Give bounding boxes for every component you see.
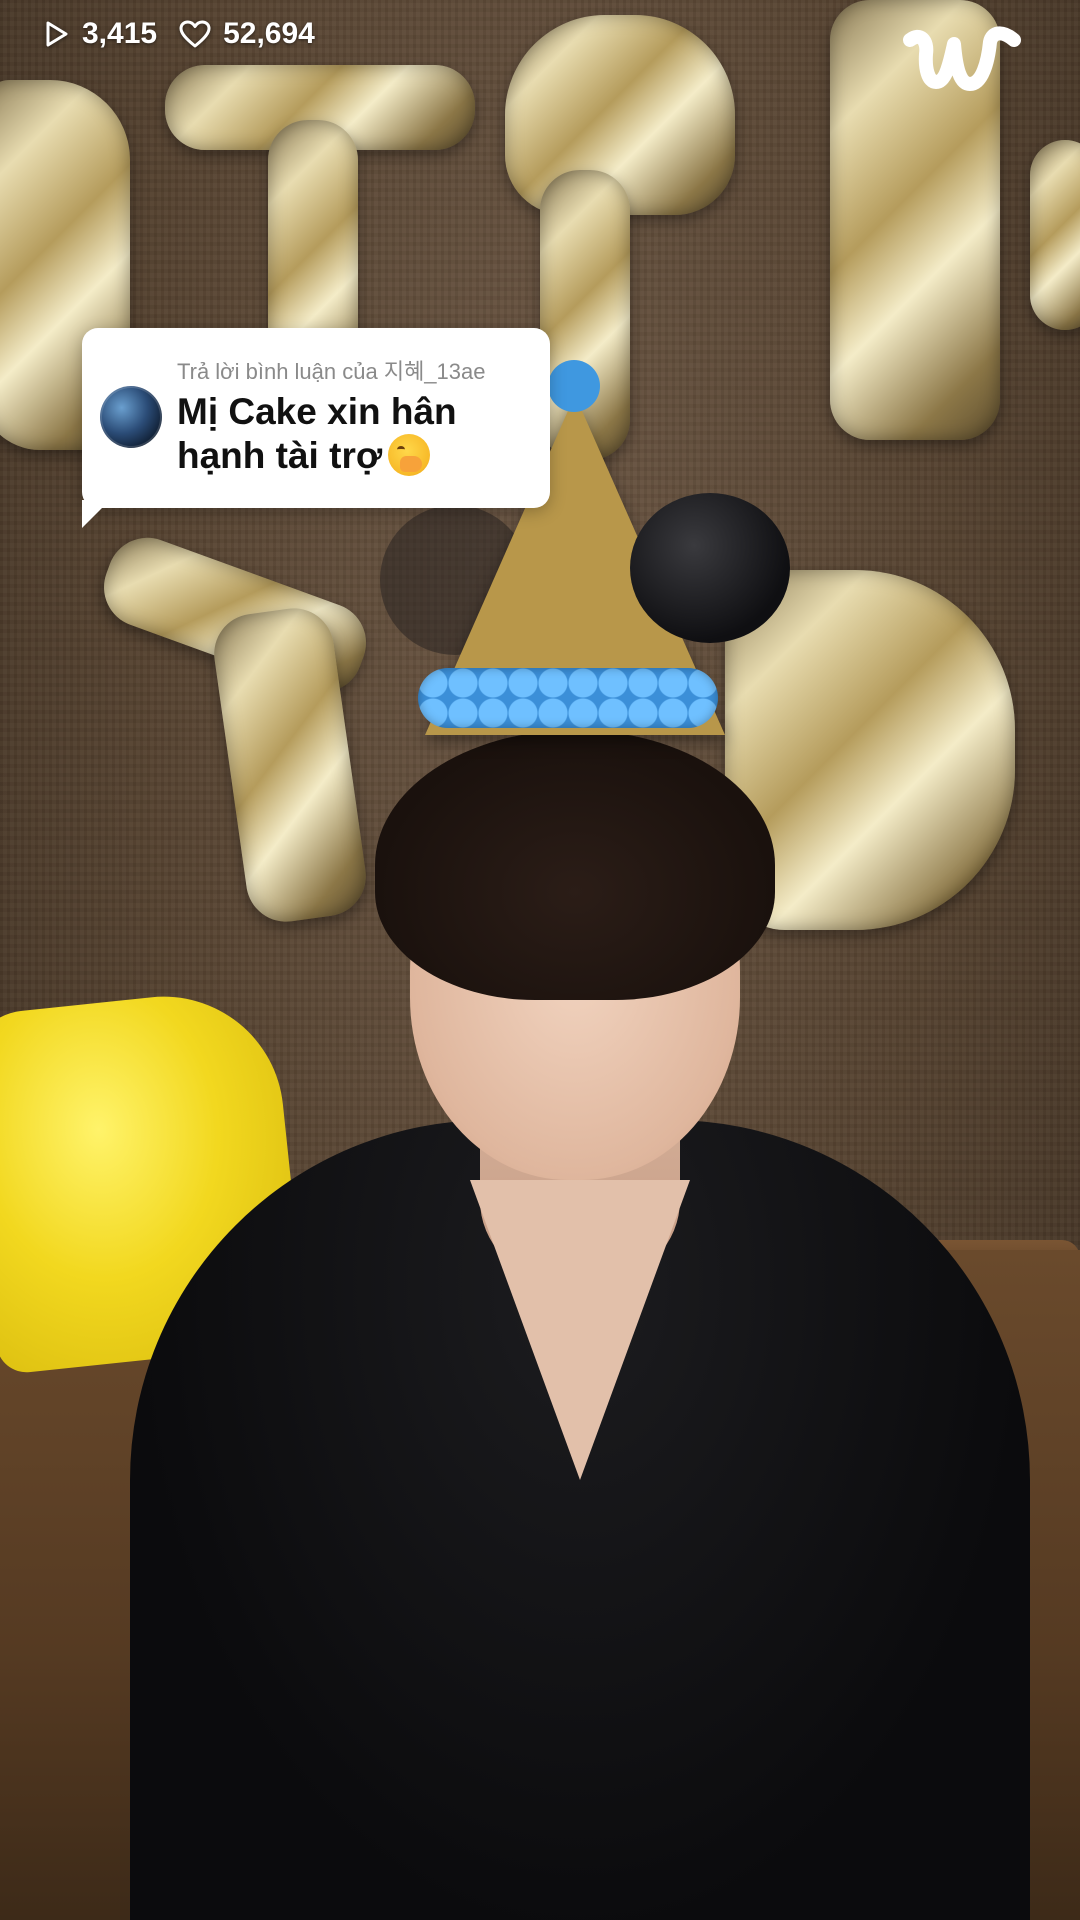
video-player[interactable] [0, 0, 1080, 1920]
party-hat-trim [418, 668, 718, 728]
shirt-v-neck [470, 1180, 690, 1480]
weverse-logo-icon [898, 18, 1028, 104]
avatar [100, 386, 162, 448]
reply-label: Trả lời bình luận của 지혜_13ae [177, 359, 486, 384]
video-stats: 3,415 52,694 [44, 14, 315, 54]
heart-icon [179, 20, 211, 48]
like-count: 52,694 [179, 17, 315, 51]
reply-comment-text: Mị Cake xin hân hạnh tài trợ [177, 390, 537, 479]
play-icon [44, 20, 70, 48]
person-hair [375, 730, 775, 1000]
balloon-letter [1030, 140, 1080, 330]
view-count: 3,415 [44, 17, 157, 51]
reply-card-tail [82, 500, 110, 528]
party-hat-pompom [548, 360, 600, 412]
hand-over-mouth-emoji-icon [388, 434, 431, 477]
reply-comment-card[interactable]: Trả lời bình luận của 지혜_13ae Mị Cake xi… [82, 328, 550, 508]
like-count-value: 52,694 [223, 17, 315, 50]
view-count-value: 3,415 [82, 17, 158, 50]
mouse-ear-right [630, 493, 790, 643]
